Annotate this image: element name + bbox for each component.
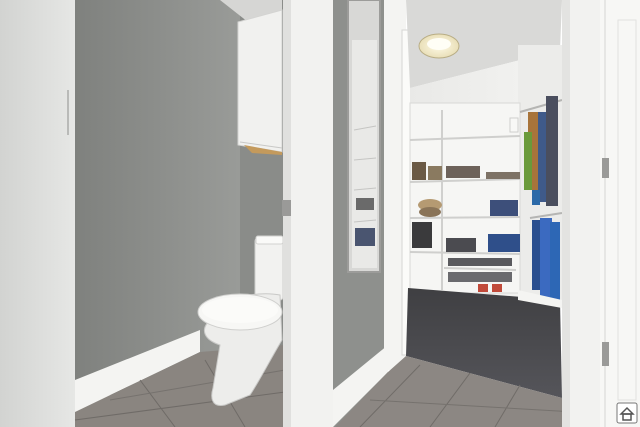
photo-scene xyxy=(0,0,640,427)
mirror xyxy=(347,0,381,273)
upper-cabinet xyxy=(237,9,283,155)
ceiling-light-icon xyxy=(418,33,460,59)
left-wall xyxy=(0,0,75,427)
watermark-house-icon xyxy=(616,402,638,424)
door-latch xyxy=(282,200,291,216)
closet-shelving xyxy=(409,102,521,294)
